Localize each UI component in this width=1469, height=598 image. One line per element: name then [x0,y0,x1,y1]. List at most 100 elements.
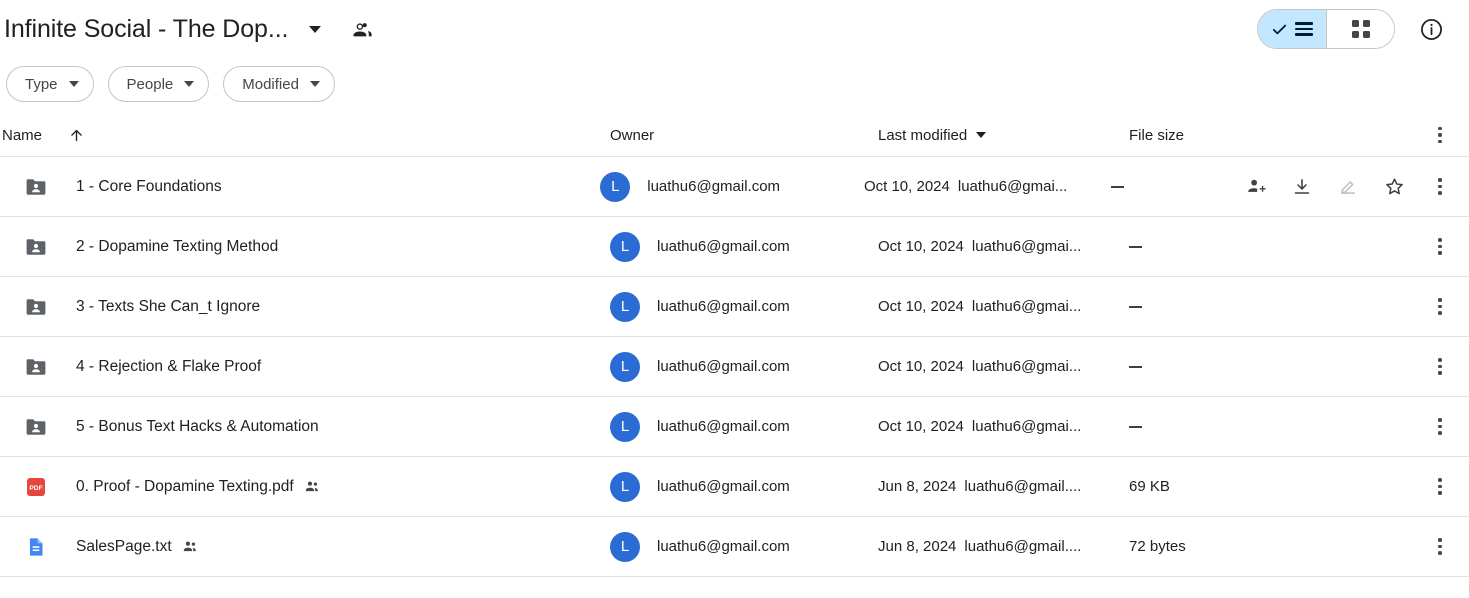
header-more-button[interactable] [1421,116,1459,154]
filter-chip-people[interactable]: People [107,66,210,102]
item-name[interactable]: 5 - Bonus Text Hacks & Automation [76,418,319,436]
column-header-name[interactable]: Name [0,127,610,144]
modified-by: luathu6@gmail.... [964,478,1082,495]
modified-by: luathu6@gmai... [957,178,1068,195]
grid-view-button[interactable] [1326,10,1394,48]
shared-folder-icon [24,295,48,319]
modified-date: Oct 10, 2024 [878,418,964,435]
cell-file-size [1129,245,1249,248]
row-more-button[interactable] [1421,468,1459,506]
text-file-icon [24,535,48,559]
item-name[interactable]: 4 - Rejection & Flake Proof [76,358,261,376]
item-name[interactable]: 1 - Core Foundations [76,178,222,196]
column-header-owner-label: Owner [610,126,655,144]
cell-last-modified: Oct 10, 2024 luathu6@gmai... [878,298,1129,315]
avatar: L [610,471,640,502]
cell-file-size [1129,425,1249,428]
more-vert-icon [1438,418,1442,435]
title-dropdown-button[interactable] [296,10,334,48]
table-row-3[interactable]: 4 - Rejection & Flake Proof L luathu6@gm… [0,337,1469,397]
cell-name: 5 - Bonus Text Hacks & Automation [0,415,610,439]
table-row-4[interactable]: 5 - Bonus Text Hacks & Automation L luat… [0,397,1469,457]
modified-date: Oct 10, 2024 [878,298,964,315]
file-size-value [1129,245,1142,248]
cell-owner: L luathu6@gmail.com [610,291,878,322]
table-row-1[interactable]: 2 - Dopamine Texting Method L luathu6@gm… [0,217,1469,277]
table-row-0[interactable]: 1 - Core Foundations L luathu6@gmail.com… [0,157,1469,217]
row-more-button[interactable] [1421,168,1459,206]
cell-file-size: 69 KB [1129,478,1249,495]
details-info-button[interactable] [1411,9,1451,49]
column-header-last-modified-label: Last modified [878,126,968,144]
avatar: L [610,231,640,262]
folder-shared-icon[interactable] [344,11,380,47]
avatar: L [610,531,640,562]
cell-owner: L luathu6@gmail.com [610,231,878,262]
row-more-button[interactable] [1421,228,1459,266]
row-more-button[interactable] [1421,348,1459,386]
person-add-icon [1247,179,1266,192]
cell-owner: L luathu6@gmail.com [610,351,878,382]
svg-text:PDF: PDF [29,485,42,492]
modified-by: luathu6@gmai... [971,238,1082,255]
more-vert-icon [1438,298,1442,315]
cell-last-modified: Oct 10, 2024 luathu6@gmai... [878,238,1129,255]
cell-owner: L luathu6@gmail.com [610,471,878,502]
modified-date: Oct 10, 2024 [878,238,964,255]
download-button[interactable] [1283,168,1321,206]
table-row-6[interactable]: SalesPage.txt L luathu6@gmail.com Jun 8,… [0,517,1469,577]
filter-chip-modified[interactable]: Modified [223,66,335,102]
check-icon [1272,24,1287,34]
avatar: L [610,411,640,442]
file-size-value: 69 KB [1129,478,1170,495]
item-name[interactable]: SalesPage.txt [76,538,172,556]
row-more-button[interactable] [1421,528,1459,566]
cell-row-actions [1249,468,1469,506]
more-vert-icon [1438,478,1442,495]
chevron-down-icon [68,81,79,87]
cell-owner: L luathu6@gmail.com [610,411,878,442]
shared-icon [304,478,321,495]
cell-name: 2 - Dopamine Texting Method [0,235,610,259]
column-header-owner[interactable]: Owner [610,127,878,144]
item-name[interactable]: 3 - Texts She Can_t Ignore [76,298,260,316]
column-header-last-modified[interactable]: Last modified [878,127,1129,144]
more-vert-icon [1438,358,1442,375]
row-more-button[interactable] [1421,288,1459,326]
star-button[interactable] [1375,168,1413,206]
column-header-file-size[interactable]: File size [1129,127,1249,144]
cell-name: 4 - Rejection & Flake Proof [0,355,610,379]
owner-email: luathu6@gmail.com [657,298,790,315]
list-view-icon [1295,22,1313,36]
share-button[interactable] [1237,168,1275,206]
filter-chip-people-label: People [126,75,174,93]
owner-email: luathu6@gmail.com [657,238,790,255]
shared-folder-icon [24,235,48,259]
row-more-button[interactable] [1421,408,1459,446]
list-view-button[interactable] [1258,10,1326,48]
header-actions [1257,9,1451,49]
arrow-up-icon [68,127,85,144]
shared-folder-icon [24,415,48,439]
owner-email: luathu6@gmail.com [657,538,790,555]
cell-last-modified: Oct 10, 2024 luathu6@gmai... [878,358,1129,375]
info-icon [1420,18,1442,40]
cell-last-modified: Jun 8, 2024 luathu6@gmail.... [878,538,1129,555]
item-name[interactable]: 2 - Dopamine Texting Method [76,238,278,256]
shared-folder-icon [24,175,48,199]
cell-owner: L luathu6@gmail.com [600,171,864,202]
cell-row-actions [1249,408,1469,446]
filter-chip-type[interactable]: Type [6,66,94,102]
edit-button[interactable] [1329,168,1367,206]
star-icon [1385,178,1403,195]
item-name[interactable]: 0. Proof - Dopamine Texting.pdf [76,478,294,496]
pdf-file-icon: PDF [24,475,48,499]
table-row-2[interactable]: 3 - Texts She Can_t Ignore L luathu6@gma… [0,277,1469,337]
table-row-5[interactable]: PDF 0. Proof - Dopamine Texting.pdf L lu… [0,457,1469,517]
filter-chip-bar: Type People Modified [0,58,1469,114]
filter-chip-modified-label: Modified [242,75,299,93]
more-vert-icon [1438,126,1442,144]
avatar: L [600,171,631,202]
table-header-row: Name Owner Last modified File size [0,114,1469,157]
row-hover-actions [1229,168,1413,206]
